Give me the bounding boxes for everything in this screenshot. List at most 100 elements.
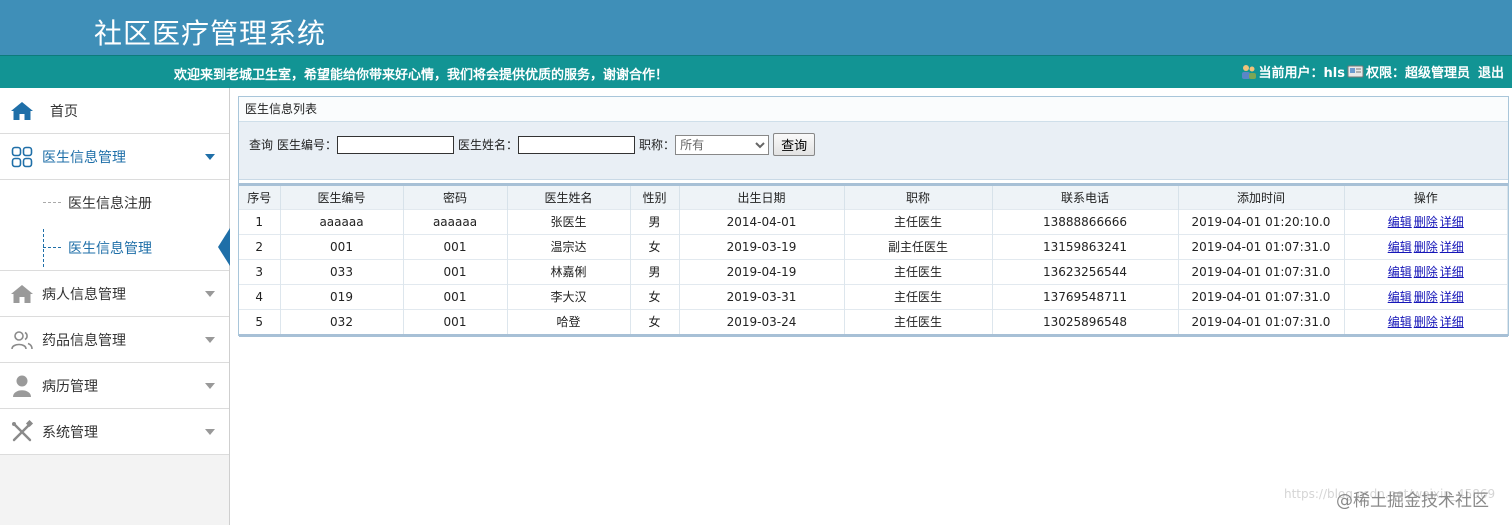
table-row: 3 033 001 林嘉俐男 2019-04-19 主任医生 13623256544 2019… (239, 258, 1508, 284)
tools-icon (10, 419, 34, 444)
table-cell: 女 (630, 283, 680, 309)
edit-link[interactable]: 编辑 (1388, 240, 1412, 254)
edit-link[interactable]: 编辑 (1388, 265, 1412, 279)
table-cell: 001 (403, 308, 508, 334)
sidebar-item-label: 病历管理 (42, 378, 98, 395)
detail-link[interactable]: 详细 (1440, 290, 1464, 304)
table-cell: 2019-04-01 01:20:10.0 (1178, 208, 1345, 234)
column-header: 添加时间 (1178, 186, 1345, 209)
welcome-message: 欢迎来到老城卫生室，希望能给你带来好心情，我们将会提供优质的服务，谢谢合作！ (174, 68, 669, 83)
table-cell: aaaaaa (403, 208, 508, 234)
delete-link[interactable]: 删除 (1414, 240, 1438, 254)
edit-link[interactable]: 编辑 (1388, 215, 1412, 229)
detail-link[interactable]: 详细 (1440, 265, 1464, 279)
sidebar-item-label: 病人信息管理 (42, 286, 126, 303)
table-cell: 男 (630, 258, 680, 284)
table-cell: 主任医生 (844, 258, 993, 284)
search-button[interactable]: 查询 (773, 133, 816, 156)
table-row: 5 032 001 哈登女 2019-03-24 主任医生 13025896548 2019-… (239, 308, 1508, 334)
user-icon (1240, 63, 1257, 80)
tree-connector (43, 180, 63, 225)
table-cell: 001 (403, 258, 508, 284)
table-cell: 主任医生 (844, 208, 993, 234)
table-cell: 李大汉 (507, 283, 631, 309)
sidebar-subitem-doctor-register[interactable]: 医生信息注册 (0, 180, 229, 225)
table-cell: 哈登 (507, 308, 631, 334)
table-row: 2 001 001 温宗达女 2019-03-19 副主任医生 13159863241 201… (239, 233, 1508, 259)
column-header: 操作 (1344, 186, 1508, 209)
sidebar-item-label: 系统管理 (42, 424, 98, 441)
sidebar-subitem-doctor-list[interactable]: 医生信息管理 (0, 225, 230, 270)
table-cell: 2019-04-01 01:07:31.0 (1178, 283, 1345, 309)
table-cell: 001 (403, 233, 508, 259)
table-cell: 13159863241 (992, 233, 1179, 259)
table-cell: 13888866666 (992, 208, 1179, 234)
sidebar-item-label: 药品信息管理 (42, 332, 126, 349)
sidebar-item-doctor-management[interactable]: 医生信息管理 (0, 134, 229, 180)
chevron-down-icon (205, 383, 215, 389)
table-cell: 2019-03-19 (679, 233, 845, 259)
doctor-table: 序号 医生编号 密码 医生姓名 性别 出生日期 职称 联系电话 添加时间 操作 1 aaaaaa aa… (239, 186, 1508, 334)
doctor-id-label: 医生编号： (277, 138, 338, 152)
column-header: 序号 (239, 186, 281, 209)
table-cell: 2019-04-19 (679, 258, 845, 284)
table-cell: 2014-04-01 (679, 208, 845, 234)
delete-link[interactable]: 删除 (1414, 290, 1438, 304)
sidebar-subitem-label: 医生信息管理 (68, 240, 152, 257)
table-cell: 13623256544 (992, 258, 1179, 284)
table-cell: 2019-03-31 (679, 283, 845, 309)
sidebar-item-patient-management[interactable]: 病人信息管理 (0, 271, 229, 317)
table-cell-actions: 编辑 删除 详细 (1344, 308, 1508, 334)
table-cell: 张医生 (507, 208, 631, 234)
table-cell-actions: 编辑 删除 详细 (1344, 233, 1508, 259)
table-cell: 2019-03-24 (679, 308, 845, 334)
edit-link[interactable]: 编辑 (1388, 290, 1412, 304)
delete-link[interactable]: 删除 (1414, 265, 1438, 279)
detail-link[interactable]: 详细 (1440, 215, 1464, 229)
home-icon (10, 99, 34, 123)
table-cell: 032 (280, 308, 404, 334)
detail-link[interactable]: 详细 (1440, 315, 1464, 329)
current-user-label: 当前用户：hls (1258, 66, 1345, 81)
doctor-list-panel: 医生信息列表 查询 医生编号： 医生姓名： 职称： 所有 查询 序号 医生编号 密码… (238, 96, 1509, 337)
table-cell: aaaaaa (280, 208, 404, 234)
column-header: 出生日期 (679, 186, 845, 209)
table-row: 4 019 001 李大汉女 2019-03-31 主任医生 13769548711 2019… (239, 283, 1508, 309)
table-row: 1 aaaaaa aaaaaa 张医生男 2014-04-01 主任医生 138888666… (239, 208, 1508, 234)
users-icon (10, 328, 34, 352)
table-cell-actions: 编辑 删除 详细 (1344, 208, 1508, 234)
table-cell: 4 (239, 283, 281, 309)
doctor-name-input[interactable] (518, 135, 636, 154)
table-cell: 13769548711 (992, 283, 1179, 309)
grid-icon (10, 145, 34, 169)
sidebar-item-medical-records[interactable]: 病历管理 (0, 363, 229, 409)
column-header: 联系电话 (992, 186, 1179, 209)
sidebar-item-home[interactable]: 首页 (0, 88, 229, 134)
chevron-down-icon (205, 291, 215, 297)
house-icon (10, 282, 34, 306)
sidebar-item-label: 首页 (50, 103, 78, 120)
sidebar-subitem-label: 医生信息注册 (68, 195, 152, 212)
watermark-logo: @稀土掘金技术社区 (1336, 491, 1489, 511)
doctor-id-input[interactable] (337, 135, 455, 154)
table-cell: 001 (403, 283, 508, 309)
delete-link[interactable]: 删除 (1414, 215, 1438, 229)
table-cell-actions: 编辑 删除 详细 (1344, 258, 1508, 284)
title-select[interactable]: 所有 (675, 134, 770, 155)
table-cell: 女 (630, 308, 680, 334)
delete-link[interactable]: 删除 (1414, 315, 1438, 329)
doctor-name-label: 医生姓名： (458, 138, 519, 152)
detail-link[interactable]: 详细 (1440, 240, 1464, 254)
app-title: 社区医疗管理系统 (94, 17, 327, 50)
chevron-down-icon (205, 154, 215, 160)
sidebar-item-label: 医生信息管理 (42, 149, 126, 166)
sidebar-item-system-management[interactable]: 系统管理 (0, 409, 229, 455)
table-cell: 林嘉俐 (507, 258, 631, 284)
permission-icon (1347, 63, 1364, 80)
table-cell: 主任医生 (844, 308, 993, 334)
logout-link[interactable]: 退出 (1478, 62, 1504, 81)
person-icon (10, 374, 34, 398)
sidebar-item-medicine-management[interactable]: 药品信息管理 (0, 317, 229, 363)
edit-link[interactable]: 编辑 (1388, 315, 1412, 329)
user-info: 当前用户：hls 权限：超级管理员 退出 (1240, 62, 1504, 81)
